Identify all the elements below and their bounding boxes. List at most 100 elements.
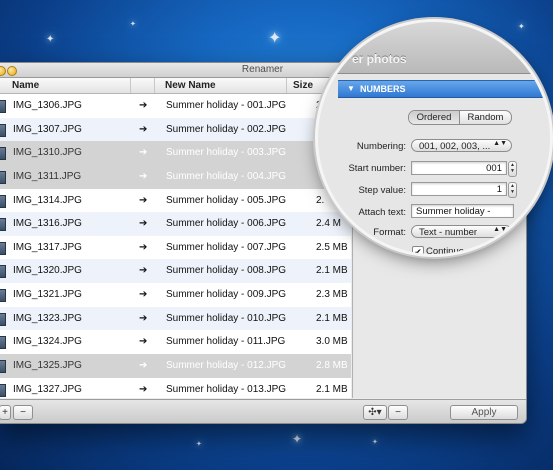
numbering-value: 001, 002, 003, ... [419, 141, 491, 152]
new-file-name: Summer holiday - 010.JPG [166, 312, 287, 324]
file-name: IMG_1311.JPG [13, 170, 82, 182]
arrow-right-icon: ➔ [139, 100, 148, 111]
table-row[interactable]: IMG_1306.JPG➔Summer holiday - 001.JPG2.6 [0, 94, 351, 118]
attach-text-field[interactable]: Summer holiday - [411, 204, 514, 218]
arrow-right-icon: ➔ [139, 383, 148, 395]
column-header-name[interactable]: Name [0, 78, 131, 93]
start-number-field[interactable]: 001 [411, 161, 507, 175]
image-file-icon [0, 241, 6, 255]
format-value: Text - number [419, 227, 478, 238]
new-file-name: Summer holiday - 004.JPG [166, 170, 287, 182]
arrow-right-icon: ➔ [139, 170, 148, 182]
image-file-icon [0, 170, 6, 184]
file-name: IMG_1327.JPG [13, 383, 82, 395]
continue-numbering-label: Continue nu [426, 246, 478, 254]
attach-text-label: Attach text: [358, 207, 406, 218]
add-files-button[interactable]: + [0, 405, 11, 420]
arrow-right-icon: ➔ [139, 147, 148, 159]
image-file-icon [0, 147, 6, 161]
panel-titlebar: er photos [318, 22, 550, 74]
new-file-name: Summer holiday - 007.JPG [166, 241, 287, 253]
sparkle-decoration: ✦ [292, 432, 303, 446]
stepper-down-icon[interactable]: ▼ [509, 168, 516, 174]
step-value-field[interactable]: 1 [411, 182, 507, 196]
table-row[interactable]: IMG_1316.JPG ➔ Summer holiday - 006.JPG 2.4… [0, 212, 351, 236]
minimize-button[interactable] [7, 66, 17, 76]
file-size: 2.1 MB [316, 265, 348, 277]
segment-random[interactable]: Random [460, 111, 511, 124]
image-file-icon [0, 312, 6, 326]
apply-button[interactable]: Apply [450, 405, 518, 420]
new-file-name: Summer holiday - 011.JPG [166, 336, 286, 348]
format-popup[interactable]: Text - number ▲▼ [411, 225, 512, 238]
image-file-icon [0, 289, 6, 303]
table-row[interactable]: IMG_1324.JPG ➔ Summer holiday - 011.JPG 3.0… [0, 330, 351, 354]
table-row[interactable]: IMG_1317.JPG ➔ Summer holiday - 007.JPG 2.5… [0, 236, 351, 260]
disclosure-triangle-icon: ▼ [347, 84, 355, 93]
new-file-name: Summer holiday - 012.JPG [166, 360, 287, 372]
column-header-arrow [131, 78, 155, 93]
file-name: IMG_1320.JPG [13, 265, 82, 277]
table-row[interactable]: IMG_1311.JPG ➔ Summer holiday - 004.JPG [0, 164, 351, 189]
table-row[interactable]: IMG_1323.JPG ➔ Summer holiday - 010.JPG 2.1… [0, 306, 351, 331]
file-name: IMG_1325.JPG [13, 360, 82, 372]
step-value-stepper[interactable]: ▲ ▼ [508, 182, 517, 198]
arrow-right-icon: ➔ [139, 194, 148, 206]
start-number-label: Start number: [348, 163, 406, 174]
file-size: 2.8 MB [316, 360, 348, 372]
file-size: 2.1 MB [316, 383, 348, 395]
close-button[interactable] [0, 66, 6, 76]
sparkle-decoration: ✦ [130, 21, 136, 28]
arrow-right-icon: ➔ [139, 312, 148, 324]
bottom-toolbar: + − ✣▾ − Apply [0, 399, 526, 423]
new-file-name: Summer holiday - 009.JPG [166, 289, 287, 301]
table-row[interactable]: IMG_1307.JPG ➔ Summer holiday - 002.JPG [0, 117, 351, 142]
remove-files-button[interactable]: − [13, 405, 33, 420]
format-label: Format: [373, 227, 406, 238]
step-value-label: Step value: [358, 185, 406, 196]
file-name: IMG_1317.JPG [13, 241, 82, 253]
table-row[interactable]: IMG_1320.JPG ➔ Summer holiday - 008.JPG 2.1… [0, 259, 351, 284]
numbers-section-header[interactable]: ▼ NUMBERS [338, 80, 550, 98]
sparkle-decoration: ✦ [268, 30, 282, 47]
column-header-new-name[interactable]: New Name [155, 78, 287, 93]
arrow-right-icon: ➔ [139, 265, 148, 277]
start-number-stepper[interactable]: ▲ ▼ [508, 161, 517, 177]
sparkle-decoration: ✦ [46, 34, 55, 45]
file-name: IMG_1307.JPG [13, 123, 82, 135]
table-row[interactable]: IMG_1314.JPG ➔ Summer holiday - 005.JPG 2. [0, 189, 351, 213]
magnifier-lens: er photos ▼ NUMBERS Ordered Random Numbe… [318, 22, 550, 254]
segment-ordered[interactable]: Ordered [409, 111, 460, 124]
stepper-down-icon[interactable]: ▼ [509, 189, 516, 195]
image-file-icon [0, 194, 6, 208]
file-size: 2.1 MB [316, 312, 348, 324]
new-file-name: Summer holiday - 006.JPG [166, 218, 287, 230]
popup-arrows-icon: ▲▼ [493, 140, 507, 147]
continue-numbering-checkbox[interactable]: ✔ [412, 246, 424, 254]
numbering-popup[interactable]: 001, 002, 003, ... ▲▼ [411, 139, 512, 152]
table-row[interactable]: IMG_1321.JPG ➔ Summer holiday - 009.JPG 2.3… [0, 283, 351, 307]
sparkle-decoration: ✦ [196, 441, 202, 448]
file-name: IMG_1324.JPG [13, 336, 82, 348]
table-row[interactable]: IMG_1310.JPG ➔ Summer holiday - 003.JPG [0, 141, 351, 165]
file-name: IMG_1306.JPG [13, 100, 82, 111]
file-list: IMG_1306.JPG➔Summer holiday - 001.JPG2.6… [0, 94, 351, 398]
table-row[interactable]: IMG_1327.JPG ➔ Summer holiday - 013.JPG 2.1… [0, 378, 351, 398]
new-file-name: Summer holiday - 003.JPG [166, 147, 287, 159]
file-size: 2.5 MB [316, 241, 348, 253]
arrow-right-icon: ➔ [139, 360, 148, 372]
remove-action-button[interactable]: − [388, 405, 408, 420]
add-action-button[interactable]: ✣▾ [363, 405, 387, 420]
image-file-icon [0, 265, 6, 279]
file-name: IMG_1323.JPG [13, 312, 82, 324]
arrow-right-icon: ➔ [139, 241, 148, 253]
file-name: IMG_1314.JPG [13, 194, 82, 206]
sparkle-decoration: ✦ [372, 439, 378, 446]
arrow-right-icon: ➔ [139, 289, 148, 301]
arrow-right-icon: ➔ [139, 218, 148, 230]
panel-title: er photos [352, 52, 407, 66]
file-name: IMG_1310.JPG [13, 147, 82, 159]
table-row[interactable]: IMG_1325.JPG ➔ Summer holiday - 012.JPG 2.8… [0, 354, 351, 378]
arrow-right-icon: ➔ [139, 336, 148, 348]
image-file-icon [0, 218, 6, 232]
